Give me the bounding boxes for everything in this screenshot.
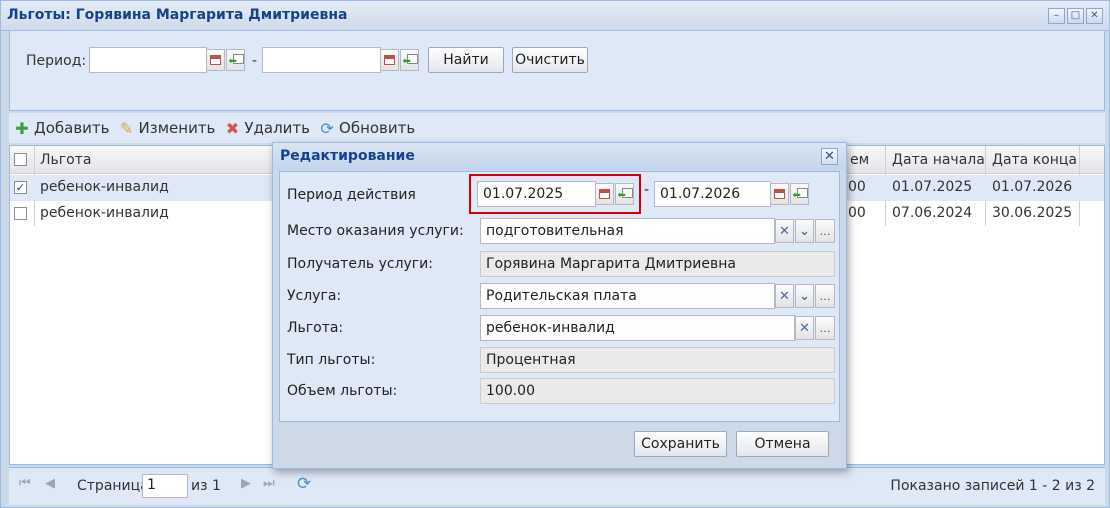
refresh-button[interactable]: ⟳ Обновить	[318, 119, 415, 138]
calendar-icon[interactable]	[380, 49, 399, 71]
period-from-input[interactable]	[89, 47, 207, 73]
period-from-input[interactable]: 01.07.2025	[477, 181, 596, 207]
service-label: Услуга:	[287, 288, 342, 304]
refresh-icon: ⟳	[320, 118, 334, 138]
pick-date-icon[interactable]	[790, 183, 809, 205]
minimize-button[interactable]: –	[1048, 8, 1065, 24]
dialog-form: Период действия 01.07.2025 - 01.07.2026 …	[279, 171, 840, 422]
plus-icon: ✚	[15, 118, 29, 138]
period-to-input[interactable]: 01.07.2026	[654, 181, 771, 207]
period-dash: -	[644, 182, 650, 198]
refresh-icon[interactable]: ⟳	[297, 474, 311, 494]
add-button[interactable]: ✚ Добавить	[13, 118, 110, 138]
find-button[interactable]: Найти	[428, 47, 504, 73]
pencil-icon: ✎	[119, 118, 134, 138]
calendar-icon[interactable]	[595, 183, 614, 205]
cell-benefit: ребенок-инвалид	[40, 205, 169, 221]
row-checkbox[interactable]: ✓	[14, 181, 27, 194]
pick-date-icon[interactable]	[226, 49, 245, 71]
more-icon[interactable]: …	[815, 316, 835, 340]
benefit-volume-label: Объем льготы:	[287, 383, 398, 399]
last-page-icon[interactable]: ⏭	[263, 476, 275, 491]
page-number-input[interactable]: 1	[142, 474, 188, 498]
benefit-type-label: Тип льготы:	[287, 352, 376, 368]
edit-label: Изменить	[138, 119, 216, 137]
window-controls: – □ ✕	[1048, 8, 1103, 24]
first-page-icon[interactable]: ⏮	[19, 476, 31, 491]
chevron-down-icon[interactable]: ⌄	[795, 219, 814, 243]
delete-icon: ✖	[225, 118, 240, 138]
window-titlebar[interactable]: Льготы: Горявина Маргарита Дмитриевна – …	[1, 1, 1109, 31]
refresh-label: Обновить	[339, 119, 416, 137]
period-label: Период:	[26, 53, 87, 69]
close-window-button[interactable]: ✕	[1086, 8, 1103, 24]
maximize-button[interactable]: □	[1067, 8, 1084, 24]
place-combo[interactable]: подготовительная	[480, 218, 775, 244]
clear-icon[interactable]: ✕	[795, 316, 814, 340]
paging-toolbar: ⏮ ◀ Страница 1 из 1 ▶ ⏭ ⟳ Показано запис…	[9, 467, 1105, 505]
window-title: Льготы: Горявина Маргарита Дмитриевна	[7, 7, 348, 23]
chevron-down-icon[interactable]: ⌄	[795, 284, 814, 308]
edit-button[interactable]: ✎ Изменить	[118, 119, 216, 138]
cell-start-date: 01.07.2025	[892, 179, 973, 195]
filter-panel: Период: - Найти Очистить	[9, 31, 1105, 111]
more-icon[interactable]: …	[815, 219, 835, 243]
calendar-icon[interactable]	[206, 49, 225, 71]
more-icon[interactable]: …	[815, 284, 835, 308]
prev-page-icon[interactable]: ◀	[45, 476, 55, 491]
cell-end-date: 01.07.2026	[992, 179, 1073, 195]
benefit-volume-field: 100.00	[480, 378, 835, 404]
benefit-combo[interactable]: ребенок-инвалид	[480, 315, 795, 341]
column-header-amount[interactable]: ем	[850, 152, 869, 168]
column-header-benefit[interactable]: Льгота	[40, 152, 91, 168]
clear-button[interactable]: Очистить	[512, 47, 588, 73]
next-page-icon[interactable]: ▶	[241, 476, 251, 491]
delete-button[interactable]: ✖ Удалить	[223, 119, 310, 138]
period-dash: -	[252, 53, 258, 69]
cell-amount: 00	[848, 179, 866, 195]
edit-dialog: Редактирование ✕ Период действия 01.07.2…	[272, 142, 847, 469]
period-to-input[interactable]	[262, 47, 381, 73]
service-combo[interactable]: Родительская плата	[480, 283, 775, 309]
records-summary: Показано записей 1 - 2 из 2	[890, 478, 1095, 494]
page-count: из 1	[191, 478, 221, 494]
pick-date-icon[interactable]	[400, 49, 419, 71]
clear-icon[interactable]: ✕	[775, 219, 794, 243]
column-header-end-date[interactable]: Дата конца	[992, 152, 1077, 168]
pick-date-icon[interactable]	[615, 183, 634, 205]
calendar-icon[interactable]	[770, 183, 789, 205]
clear-icon[interactable]: ✕	[775, 284, 794, 308]
cancel-button[interactable]: Отмена	[736, 431, 829, 457]
recipient-field: Горявина Маргарита Дмитриевна	[480, 251, 835, 277]
cell-start-date: 07.06.2024	[892, 205, 973, 221]
dialog-title: Редактирование	[280, 148, 415, 164]
benefit-label: Льгота:	[287, 320, 344, 336]
benefit-type-field: Процентная	[480, 347, 835, 373]
dialog-titlebar[interactable]: Редактирование ✕	[273, 143, 846, 170]
row-checkbox[interactable]	[14, 207, 27, 220]
delete-label: Удалить	[244, 119, 311, 137]
period-label: Период действия	[287, 187, 416, 203]
select-all-checkbox[interactable]	[14, 153, 27, 166]
cell-amount: 00	[848, 205, 866, 221]
recipient-label: Получатель услуги:	[287, 256, 433, 272]
place-label: Место оказания услуги:	[287, 223, 464, 239]
cell-end-date: 30.06.2025	[992, 205, 1073, 221]
close-icon[interactable]: ✕	[821, 148, 838, 165]
cell-benefit: ребенок-инвалид	[40, 179, 169, 195]
save-button[interactable]: Сохранить	[634, 431, 727, 457]
page-label: Страница	[77, 478, 149, 494]
add-label: Добавить	[34, 119, 110, 137]
grid-toolbar: ✚ Добавить ✎ Изменить ✖ Удалить ⟳ Обнови…	[9, 113, 1105, 143]
column-header-start-date[interactable]: Дата начала	[892, 152, 985, 168]
